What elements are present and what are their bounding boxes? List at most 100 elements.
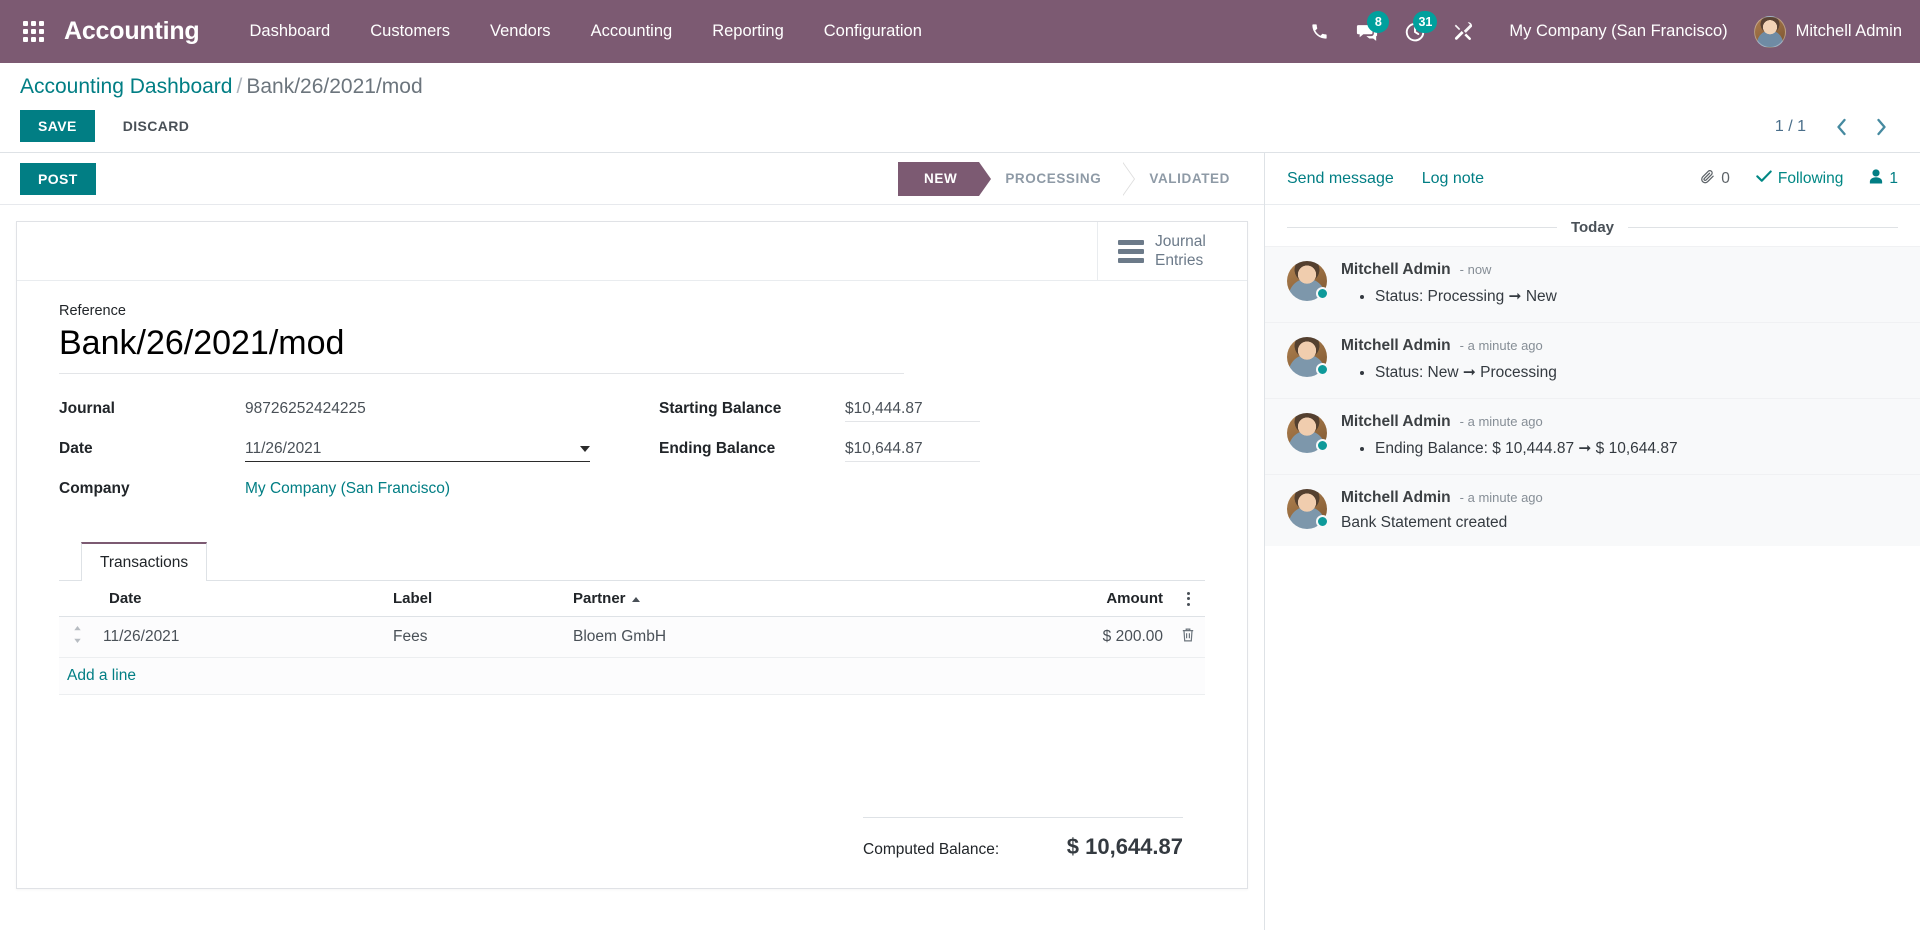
journal-entries-line1: Journal [1155,233,1206,250]
chatter-thread: Today Mitchell Admin - now Status: Proce… [1265,205,1920,930]
company-field-label: Company [59,480,130,497]
tracking-value: Status: Processing ➞ New [1375,286,1898,308]
grid-apps-icon [22,21,44,42]
journal-entries-stat-button[interactable]: Journal Entries [1097,222,1247,280]
debug-tools-icon[interactable] [1439,8,1487,56]
chatter-topbar: Send message Log note 0 Following 1 [1265,153,1920,205]
vertical-dots-icon [1175,591,1201,606]
menu-item-reporting[interactable]: Reporting [692,0,804,63]
presence-indicator-icon [1316,515,1329,528]
reference-field-label: Reference [59,303,126,319]
table-empty-space [59,695,1205,803]
starting-balance-value[interactable]: $10,444.87 [845,396,980,422]
app-brand-title[interactable]: Accounting [64,17,200,46]
message-text: Bank Statement created [1341,514,1508,531]
add-a-line-button[interactable]: Add a line [67,667,136,684]
reference-input[interactable]: Bank/26/2021/mod [59,321,904,374]
tracking-value: Ending Balance: $ 10,444.87 ➞ $ 10,644.8… [1375,438,1898,460]
chatter-message-header: Mitchell Admin - a minute ago [1341,337,1898,355]
activities-menu-button[interactable]: 31 [1391,8,1439,56]
date-input[interactable]: 11/26/2021 [245,436,590,462]
breadcrumb-separator: / [236,75,243,98]
status-stage-processing[interactable]: PROCESSING [979,161,1136,196]
log-note-button[interactable]: Log note [1422,170,1484,188]
column-partner[interactable]: Partner [565,581,1005,617]
chatter-message-header: Mitchell Admin - a minute ago [1341,489,1898,507]
chatter-message-body: Bank Statement created [1341,514,1898,532]
date-input-value: 11/26/2021 [245,440,322,457]
fields-right-column: Starting Balance $10,444.87 Ending Balan… [659,396,1179,516]
pager-next-icon[interactable] [1864,111,1898,143]
journal-field-value[interactable]: 98726252424225 [245,396,366,421]
sheet-button-box: Journal Entries [17,222,1247,281]
status-stage-validated[interactable]: VALIDATED [1123,161,1252,196]
totals-inner: Computed Balance: $ 10,644.87 [863,817,1183,878]
row-drag-handle-icon[interactable] [59,616,95,658]
pager-previous-icon[interactable] [1824,111,1858,143]
control-panel: Accounting Dashboard / Bank/26/2021/mod SA… [0,63,1920,153]
message-author: Mitchell Admin [1341,413,1451,430]
cell-label[interactable]: Fees [385,616,565,658]
save-button[interactable]: SAVE [20,110,95,142]
delete-row-button[interactable] [1171,616,1205,658]
systray: 8 31 My Company (San Francisco) Mitchell… [1295,8,1902,56]
messages-menu-button[interactable]: 8 [1343,8,1391,56]
pager: 1 / 1 [1763,111,1898,143]
chatter-message: Mitchell Admin - a minute ago Ending Bal… [1265,398,1920,474]
message-author: Mitchell Admin [1341,489,1451,506]
following-button[interactable]: Following [1756,169,1843,188]
form-statusbar-row: POST NEW PROCESSING VALIDATED [0,153,1264,205]
menu-item-vendors[interactable]: Vendors [470,0,571,63]
company-switcher[interactable]: My Company (San Francisco) [1487,22,1743,41]
chatter-message-header: Mitchell Admin - a minute ago [1341,413,1898,431]
cell-partner[interactable]: Bloem GmbH [565,616,1005,658]
breadcrumb-current: Bank/26/2021/mod [246,75,423,98]
starting-balance-label: Starting Balance [659,400,782,417]
column-partner-text: Partner [573,590,626,607]
column-handle [59,581,95,617]
ending-balance-value[interactable]: $10,644.87 [845,436,980,462]
totals-section: Computed Balance: $ 10,644.87 [59,803,1205,878]
field-row-starting-balance: Starting Balance $10,444.87 [659,396,1179,426]
company-field-value[interactable]: My Company (San Francisco) [245,476,450,501]
discard-button[interactable]: DISCARD [105,110,208,142]
computed-balance-label: Computed Balance: [863,841,1000,858]
user-icon [1869,168,1883,189]
column-amount[interactable]: Amount [1005,581,1171,617]
pager-value[interactable]: 1 / 1 [1763,118,1818,136]
chatter-message-body: Status: New ➞ Processing [1341,362,1898,384]
avatar [1287,489,1329,529]
chatter-message-body: Ending Balance: $ 10,444.87 ➞ $ 10,644.8… [1341,438,1898,460]
tab-transactions[interactable]: Transactions [81,542,208,581]
post-button[interactable]: POST [20,162,96,195]
menu-item-dashboard[interactable]: Dashboard [230,0,351,63]
optional-columns-button[interactable] [1171,581,1205,617]
apps-menu-button[interactable] [10,9,56,55]
status-stage-new[interactable]: NEW [898,161,992,196]
user-menu[interactable]: Mitchell Admin [1744,15,1902,48]
table-row[interactable]: 11/26/2021 Fees Bloem GmbH $ 200.00 [59,616,1205,658]
menu-item-accounting[interactable]: Accounting [571,0,693,63]
menu-item-configuration[interactable]: Configuration [804,0,942,63]
avatar [1287,413,1329,453]
attachments-button[interactable]: 0 [1700,169,1730,189]
user-name-label: Mitchell Admin [1795,22,1902,40]
cell-date[interactable]: 11/26/2021 [95,616,385,658]
message-timestamp: - a minute ago [1459,490,1543,505]
chatter-topbar-right: 0 Following 1 [1700,168,1898,189]
menu-item-customers[interactable]: Customers [350,0,470,63]
send-message-button[interactable]: Send message [1287,170,1394,188]
form-view: POST NEW PROCESSING VALIDATED Journal En… [0,153,1265,930]
cell-amount[interactable]: $ 200.00 [1005,616,1171,658]
column-label[interactable]: Label [385,581,565,617]
followers-button[interactable]: 1 [1869,168,1898,189]
chevron-down-icon[interactable] [580,446,590,452]
journal-field-label: Journal [59,400,115,417]
day-separator-line-right [1628,227,1898,228]
main-menu: Dashboard Customers Vendors Accounting R… [230,0,942,63]
breadcrumb-root-link[interactable]: Accounting Dashboard [20,75,232,98]
column-date[interactable]: Date [95,581,385,617]
form-sheet: Journal Entries Reference Bank/26/2021/m… [16,221,1248,889]
phone-icon[interactable] [1295,8,1343,56]
message-timestamp: - a minute ago [1459,414,1543,429]
